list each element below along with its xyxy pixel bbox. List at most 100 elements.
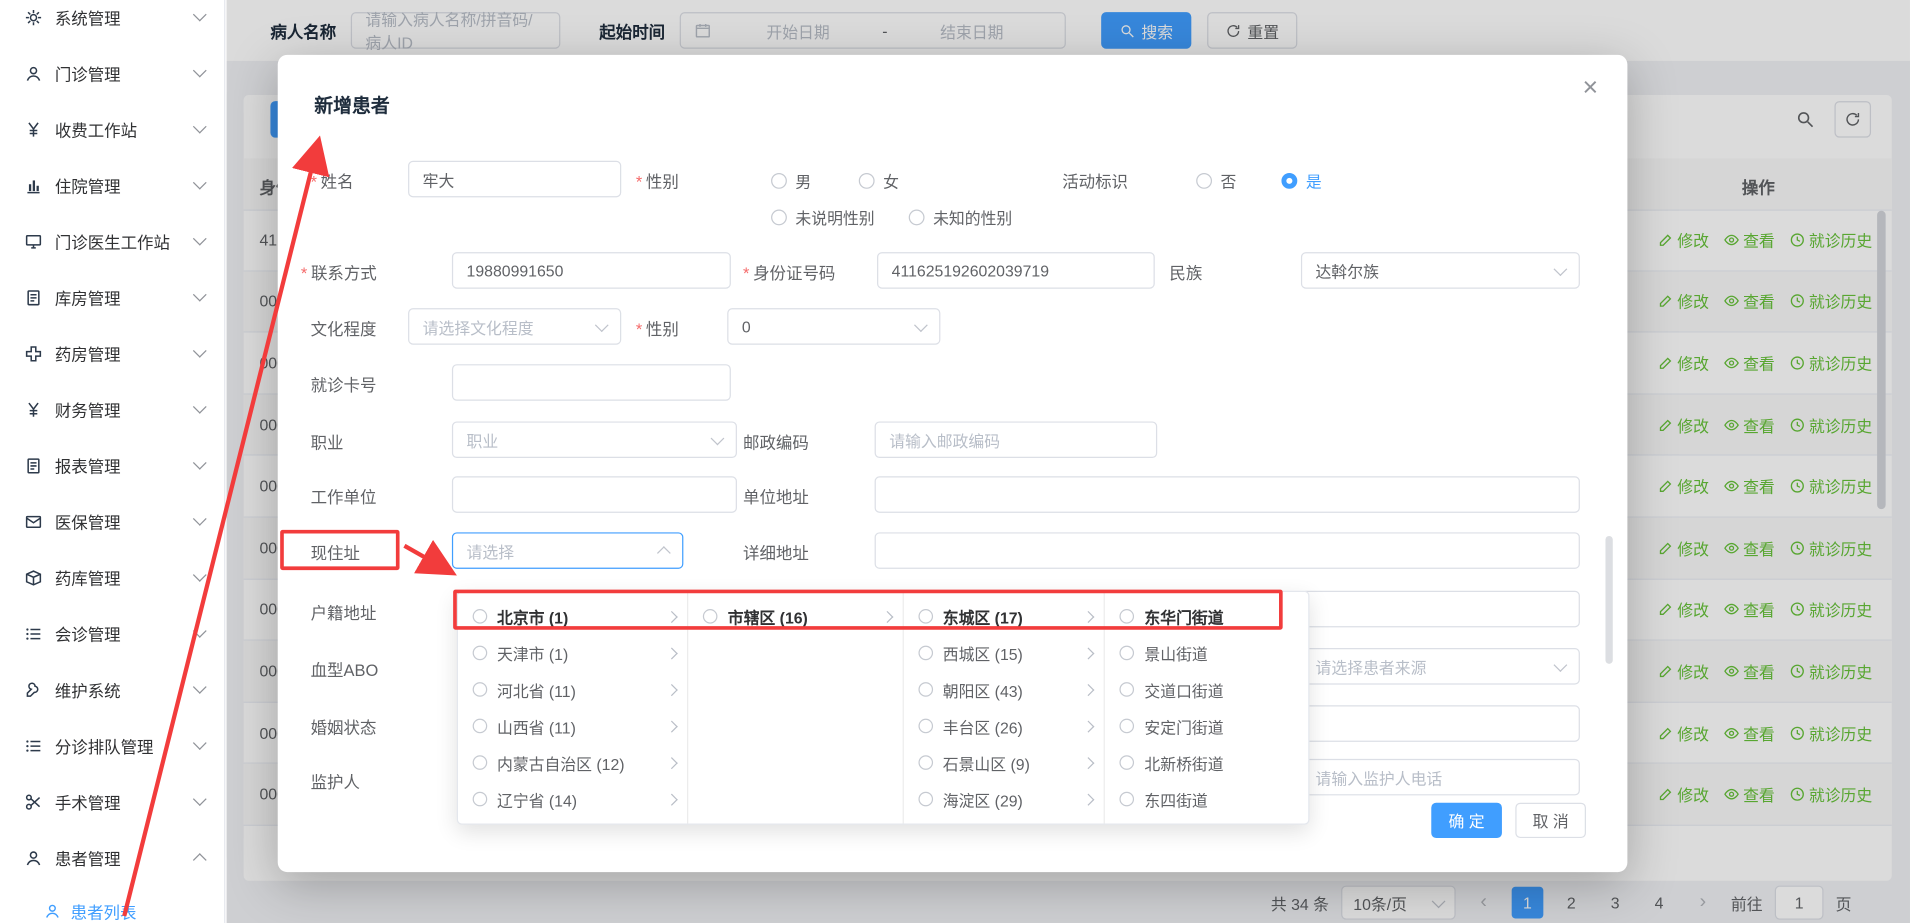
postcode-input[interactable]: 请输入邮政编码 <box>875 421 1158 458</box>
address-cascader-dropdown: 北京市 (1) 天津市 (1) 河北省 (11) 山西省 (11) 内蒙古自治区… <box>457 591 1310 825</box>
sidebar-item-insurance-management[interactable]: 医保管理 <box>0 493 224 549</box>
cascader-option-hebei[interactable]: 河北省 (11) <box>458 671 688 708</box>
cascader-option-tianjin[interactable]: 天津市 (1) <box>458 635 688 672</box>
chevron-right-icon <box>1083 757 1095 769</box>
ethnicity-select[interactable]: 达斡尔族 <box>1301 252 1580 289</box>
chevron-down-icon <box>193 64 207 78</box>
cascader-option-xicheng[interactable]: 西城区 (15) <box>904 635 1104 672</box>
cascader-option-andingmen[interactable]: 安定门街道 <box>1105 708 1308 745</box>
ethnicity-label: 民族 <box>1169 259 1202 283</box>
gender-radio-female[interactable]: 女 <box>859 168 899 192</box>
sidebar-item-system-management[interactable]: 系统管理 <box>0 0 224 45</box>
household-address-input[interactable] <box>1301 591 1580 628</box>
sidebar-item-report-management[interactable]: 报表管理 <box>0 437 224 493</box>
sidebar-item-surgery-management[interactable]: 手术管理 <box>0 773 224 829</box>
sidebar-item-label: 报表管理 <box>55 453 195 477</box>
sidebar-item-label: 会诊管理 <box>55 621 195 645</box>
cascader-option-jiaodaokou[interactable]: 交道口街道 <box>1105 671 1308 708</box>
sidebar-item-outpatient-management[interactable]: 门诊管理 <box>0 45 224 101</box>
unit-address-input[interactable] <box>875 476 1580 513</box>
cascader-option-donghuamen[interactable]: 东华门街道 <box>1105 598 1308 635</box>
close-icon[interactable]: × <box>1578 69 1603 106</box>
chevron-right-icon <box>666 757 678 769</box>
current-address-select[interactable]: 请选择 <box>452 532 683 569</box>
patient-source-select[interactable]: 请选择患者来源 <box>1301 648 1580 685</box>
sidebar-item-pharmacy-management[interactable]: 药房管理 <box>0 325 224 381</box>
modal-scrollbar[interactable] <box>1605 536 1612 664</box>
confirm-button[interactable]: 确 定 <box>1431 803 1502 838</box>
sidebar-item-patient-list[interactable]: 患者列表 <box>0 886 224 923</box>
sidebar-item-label: 门诊医生工作站 <box>55 229 195 253</box>
sidebar-item-label: 药房管理 <box>55 341 195 365</box>
sidebar-item-patient-management[interactable]: 患者管理 <box>0 830 224 886</box>
cascader-option-beixinqiao[interactable]: 北新桥街道 <box>1105 744 1308 781</box>
cascader-option-haidian[interactable]: 海淀区 (29) <box>904 781 1104 818</box>
sidebar-item-maintenance-system[interactable]: 维护系统 <box>0 661 224 717</box>
cascader-option-liaoning[interactable]: 辽宁省 (14) <box>458 781 688 818</box>
gender-radio-male[interactable]: 男 <box>771 168 811 192</box>
active-flag-label: 活动标识 <box>1062 168 1128 192</box>
gender-label: *性别 <box>636 168 679 192</box>
cascader-option-dongcheng[interactable]: 东城区 (17) <box>904 598 1104 635</box>
sidebar-item-label: 住院管理 <box>55 173 195 197</box>
idcard-input[interactable]: 411625192602039719 <box>877 252 1155 289</box>
sidebar-item-label: 系统管理 <box>55 5 195 29</box>
chevron-right-icon <box>1083 610 1095 622</box>
yen-icon <box>24 400 42 418</box>
occupation-select[interactable]: 职业 <box>452 421 737 458</box>
contact-label: *联系方式 <box>301 259 377 283</box>
sidebar-item-finance-management[interactable]: 财务管理 <box>0 381 224 437</box>
cascader-option-dongsi[interactable]: 东四街道 <box>1105 781 1308 818</box>
active-radio-yes[interactable]: 是 <box>1281 168 1321 192</box>
current-address-label: 现住址 <box>311 540 360 564</box>
gender-radio-unknown[interactable]: 未知的性别 <box>909 205 1013 229</box>
name-input[interactable]: 牢大 <box>408 161 621 198</box>
cascader-option-neimenggu[interactable]: 内蒙古自治区 (12) <box>458 744 688 781</box>
guardian-phone-input[interactable]: 请输入监护人电话 <box>1301 759 1580 796</box>
marital-status-label: 婚姻状态 <box>311 714 377 738</box>
sidebar-item-outpatient-doctor-workstation[interactable]: 门诊医生工作站 <box>0 213 224 269</box>
sidebar-item-warehouse-management[interactable]: 库房管理 <box>0 269 224 325</box>
gender2-label: *性别 <box>636 315 679 339</box>
chevron-right-icon <box>666 793 678 805</box>
household-address-label: 户籍地址 <box>311 599 377 623</box>
queue-icon <box>24 736 42 754</box>
active-radio-no[interactable]: 否 <box>1196 168 1236 192</box>
name-label: *姓名 <box>311 168 354 192</box>
chevron-right-icon <box>1083 683 1095 695</box>
cancel-button[interactable]: 取 消 <box>1515 803 1586 838</box>
education-select[interactable]: 请选择文化程度 <box>408 308 621 345</box>
chevron-right-icon <box>666 610 678 622</box>
sidebar-item-label: 库房管理 <box>55 285 195 309</box>
cascader-option-chaoyang[interactable]: 朝阳区 (43) <box>904 671 1104 708</box>
sidebar-item-triage-queue-management[interactable]: 分诊排队管理 <box>0 717 224 773</box>
chevron-down-icon <box>193 8 207 22</box>
sidebar-item-label: 患者管理 <box>55 845 195 869</box>
occupation-label: 职业 <box>311 429 344 453</box>
cascader-option-shanxi[interactable]: 山西省 (11) <box>458 708 688 745</box>
chevron-down-icon <box>711 431 725 445</box>
sidebar-item-label: 药库管理 <box>55 565 195 589</box>
gender2-select[interactable]: 0 <box>727 308 940 345</box>
chevron-right-icon <box>881 610 893 622</box>
chevron-down-icon <box>193 176 207 190</box>
chevron-right-icon <box>666 647 678 659</box>
cascader-option-shijingshan[interactable]: 石景山区 (9) <box>904 744 1104 781</box>
cascader-option-jingshan[interactable]: 景山街道 <box>1105 635 1308 672</box>
detail-address-input[interactable] <box>875 532 1580 569</box>
add-patient-modal: 新增患者 × *姓名 牢大 *性别 男 女 活动标识 否 是 未说明性别 未知的… <box>278 55 1628 872</box>
cascader-option-fengtai[interactable]: 丰台区 (26) <box>904 708 1104 745</box>
sidebar-item-fee-workstation[interactable]: 收费工作站 <box>0 101 224 157</box>
sidebar-item-drug-storage-management[interactable]: 药库管理 <box>0 549 224 605</box>
chevron-down-icon <box>914 318 928 332</box>
work-unit-input[interactable] <box>452 476 737 513</box>
cascader-option-shixiaqu[interactable]: 市辖区 (16) <box>689 598 903 635</box>
patient-list-icon <box>44 903 61 920</box>
gender-radio-unspecified[interactable]: 未说明性别 <box>771 205 875 229</box>
sidebar-item-consultation-management[interactable]: 会诊管理 <box>0 605 224 661</box>
visit-card-input[interactable] <box>452 364 731 401</box>
cascader-option-beijing[interactable]: 北京市 (1) <box>458 598 688 635</box>
sidebar-item-inpatient-management[interactable]: 住院管理 <box>0 157 224 213</box>
contact-input[interactable]: 19880991650 <box>452 252 731 289</box>
marital-status-input[interactable] <box>1301 705 1580 742</box>
